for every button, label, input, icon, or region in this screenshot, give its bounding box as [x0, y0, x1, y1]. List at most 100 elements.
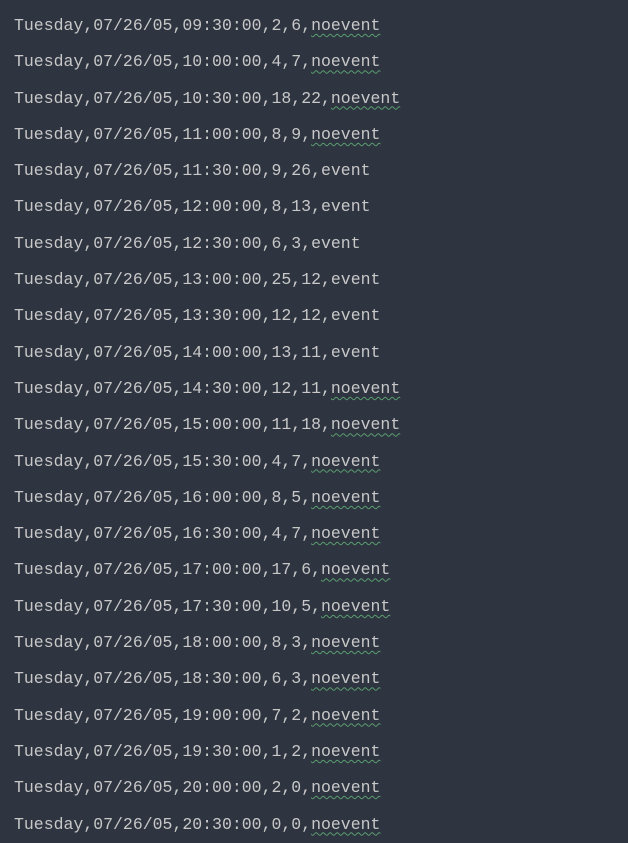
date-value: 07/26/05 [93, 197, 172, 216]
date-value: 07/26/05 [93, 306, 172, 325]
csv-row[interactable]: Tuesday,07/26/05,09:30:00,2,6,noevent [14, 8, 614, 44]
csv-separator: , [262, 52, 272, 71]
csv-row[interactable]: Tuesday,07/26/05,11:30:00,9,26,event [14, 153, 614, 189]
csv-row[interactable]: Tuesday,07/26/05,11:00:00,8,9,noevent [14, 117, 614, 153]
time-value: 10:00:00 [182, 52, 261, 71]
csv-separator: , [172, 742, 182, 761]
csv-row[interactable]: Tuesday,07/26/05,15:00:00,11,18,noevent [14, 407, 614, 443]
csv-separator: , [172, 815, 182, 834]
day-value: Tuesday [14, 125, 83, 144]
value-2: 2 [291, 742, 301, 761]
csv-separator: , [172, 89, 182, 108]
csv-row[interactable]: Tuesday,07/26/05,12:30:00,6,3,event [14, 226, 614, 262]
csv-separator: , [301, 488, 311, 507]
date-value: 07/26/05 [93, 16, 172, 35]
csv-row[interactable]: Tuesday,07/26/05,19:00:00,7,2,noevent [14, 698, 614, 734]
csv-separator: , [262, 669, 272, 688]
day-value: Tuesday [14, 270, 83, 289]
csv-row[interactable]: Tuesday,07/26/05,10:00:00,4,7,noevent [14, 44, 614, 80]
date-value: 07/26/05 [93, 742, 172, 761]
date-value: 07/26/05 [93, 488, 172, 507]
text-editor-content[interactable]: Tuesday,07/26/05,09:30:00,2,6,noeventTue… [14, 8, 614, 843]
event-flag: noevent [311, 452, 380, 471]
value-2: 7 [291, 524, 301, 543]
value-1: 10 [271, 597, 291, 616]
csv-separator: , [172, 778, 182, 797]
date-value: 07/26/05 [93, 669, 172, 688]
value-2: 26 [291, 161, 311, 180]
csv-row[interactable]: Tuesday,07/26/05,10:30:00,18,22,noevent [14, 81, 614, 117]
csv-separator: , [281, 706, 291, 725]
event-flag: event [311, 234, 361, 253]
csv-separator: , [281, 452, 291, 471]
csv-separator: , [172, 415, 182, 434]
csv-separator: , [172, 197, 182, 216]
csv-separator: , [281, 742, 291, 761]
day-value: Tuesday [14, 706, 83, 725]
csv-row[interactable]: Tuesday,07/26/05,20:00:00,2,0,noevent [14, 770, 614, 806]
time-value: 14:30:00 [182, 379, 261, 398]
csv-separator: , [83, 306, 93, 325]
value-1: 7 [271, 706, 281, 725]
csv-row[interactable]: Tuesday,07/26/05,15:30:00,4,7,noevent [14, 444, 614, 480]
csv-row[interactable]: Tuesday,07/26/05,18:00:00,8,3,noevent [14, 625, 614, 661]
value-1: 6 [271, 234, 281, 253]
csv-separator: , [301, 706, 311, 725]
csv-row[interactable]: Tuesday,07/26/05,17:00:00,17,6,noevent [14, 552, 614, 588]
value-1: 12 [271, 306, 291, 325]
time-value: 18:30:00 [182, 669, 261, 688]
value-1: 1 [271, 742, 281, 761]
csv-row[interactable]: Tuesday,07/26/05,16:30:00,4,7,noevent [14, 516, 614, 552]
csv-separator: , [262, 706, 272, 725]
csv-row[interactable]: Tuesday,07/26/05,14:00:00,13,11,event [14, 335, 614, 371]
value-1: 25 [271, 270, 291, 289]
csv-separator: , [83, 161, 93, 180]
value-2: 2 [291, 706, 301, 725]
event-flag: event [331, 343, 381, 362]
csv-row[interactable]: Tuesday,07/26/05,19:30:00,1,2,noevent [14, 734, 614, 770]
csv-separator: , [291, 306, 301, 325]
value-1: 2 [271, 778, 281, 797]
date-value: 07/26/05 [93, 415, 172, 434]
csv-separator: , [281, 669, 291, 688]
csv-separator: , [83, 52, 93, 71]
event-flag: noevent [311, 524, 380, 543]
csv-row[interactable]: Tuesday,07/26/05,17:30:00,10,5,noevent [14, 589, 614, 625]
csv-separator: , [281, 633, 291, 652]
csv-separator: , [83, 379, 93, 398]
date-value: 07/26/05 [93, 560, 172, 579]
csv-separator: , [281, 52, 291, 71]
csv-separator: , [321, 379, 331, 398]
csv-row[interactable]: Tuesday,07/26/05,13:30:00,12,12,event [14, 298, 614, 334]
date-value: 07/26/05 [93, 778, 172, 797]
date-value: 07/26/05 [93, 706, 172, 725]
csv-row[interactable]: Tuesday,07/26/05,20:30:00,0,0,noevent [14, 807, 614, 843]
time-value: 14:00:00 [182, 343, 261, 362]
date-value: 07/26/05 [93, 234, 172, 253]
csv-separator: , [301, 633, 311, 652]
event-flag: event [321, 197, 371, 216]
csv-separator: , [301, 16, 311, 35]
csv-separator: , [311, 161, 321, 180]
time-value: 11:30:00 [182, 161, 261, 180]
csv-row[interactable]: Tuesday,07/26/05,13:00:00,25,12,event [14, 262, 614, 298]
event-flag: noevent [331, 415, 400, 434]
csv-separator: , [311, 197, 321, 216]
csv-separator: , [83, 597, 93, 616]
time-value: 19:30:00 [182, 742, 261, 761]
value-1: 12 [271, 379, 291, 398]
time-value: 16:00:00 [182, 488, 261, 507]
csv-row[interactable]: Tuesday,07/26/05,18:30:00,6,3,noevent [14, 661, 614, 697]
csv-row[interactable]: Tuesday,07/26/05,12:00:00,8,13,event [14, 189, 614, 225]
value-2: 11 [301, 379, 321, 398]
value-2: 3 [291, 633, 301, 652]
csv-separator: , [172, 306, 182, 325]
date-value: 07/26/05 [93, 125, 172, 144]
event-flag: noevent [311, 488, 380, 507]
csv-separator: , [83, 669, 93, 688]
csv-row[interactable]: Tuesday,07/26/05,16:00:00,8,5,noevent [14, 480, 614, 516]
value-1: 0 [271, 815, 281, 834]
value-1: 11 [271, 415, 291, 434]
csv-separator: , [83, 197, 93, 216]
csv-row[interactable]: Tuesday,07/26/05,14:30:00,12,11,noevent [14, 371, 614, 407]
